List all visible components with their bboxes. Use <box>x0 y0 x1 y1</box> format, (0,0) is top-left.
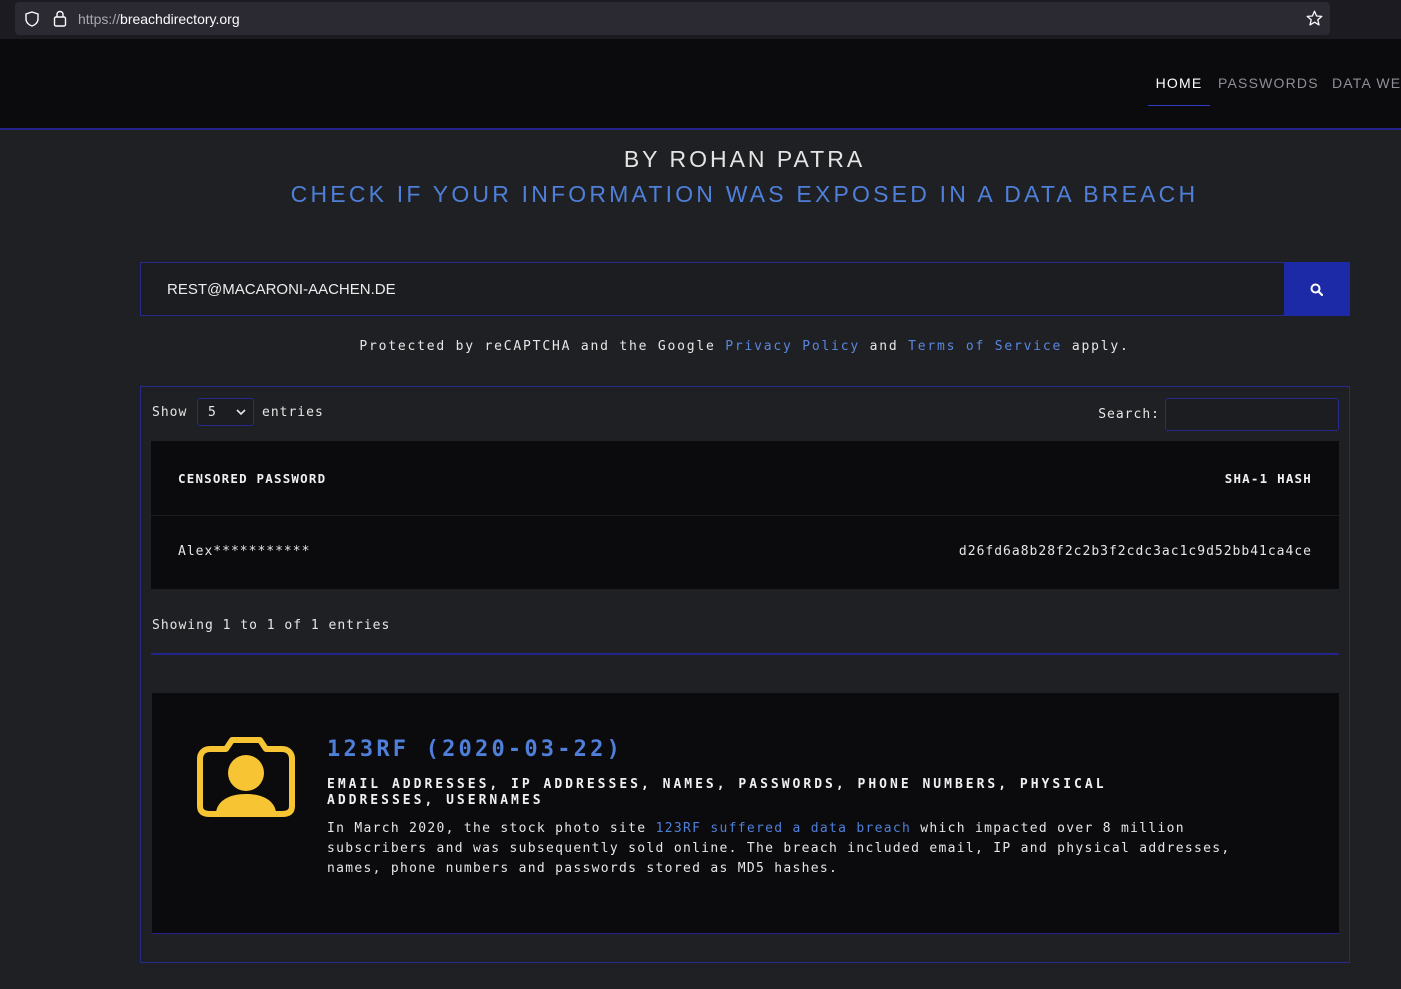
author-heading: BY ROHAN PATRA <box>623 146 866 172</box>
breach-description: In March 2020, the stock photo site 123R… <box>327 819 1257 879</box>
privacy-policy-link[interactable]: Privacy Policy <box>725 339 860 354</box>
cell-sha1-hash: d26fd6a8b28f2c2b3f2cdc3ac1c9d52bb41ca4ce <box>958 544 1312 559</box>
nav-item-data-web[interactable]: DATA WE <box>1332 75 1401 91</box>
camera-avatar-icon <box>197 737 295 817</box>
breach-data-classes: EMAIL ADDRESSES, IP ADDRESSES, NAMES, PA… <box>327 777 1107 808</box>
recaptcha-middle: and <box>860 339 909 354</box>
page-size-value: 5 <box>208 405 216 420</box>
table-info: Showing 1 to 1 of 1 entries <box>152 618 391 633</box>
nav-item-passwords[interactable]: PASSWORDS <box>1218 75 1319 91</box>
table-search-label: Search: <box>1098 407 1160 422</box>
entries-label: entries <box>262 405 324 420</box>
cell-censored-password: Alex*********** <box>178 544 311 559</box>
column-header-censored-password[interactable]: CENSORED PASSWORD <box>178 471 326 486</box>
breach-search-input[interactable] <box>141 263 1286 315</box>
top-navigation: HOME PASSWORDS DATA WE <box>0 39 1401 130</box>
recaptcha-prefix: Protected by reCAPTCHA and the Google <box>359 339 726 354</box>
recaptcha-notice: Protected by reCAPTCHA and the Google Pr… <box>0 339 1401 354</box>
divider <box>151 653 1339 655</box>
table-search-input[interactable] <box>1165 398 1339 431</box>
browser-chrome: https://breachdirectory.org <box>0 0 1401 39</box>
nav-item-home[interactable]: HOME <box>1148 75 1210 106</box>
url-protocol: https:// <box>78 11 121 27</box>
results-panel: Show 5 entries Search: CENSORED PASSWORD… <box>140 386 1350 963</box>
search-icon <box>1310 283 1323 296</box>
table-divider <box>151 515 1339 516</box>
search-button[interactable] <box>1284 262 1349 316</box>
breach-card: 123RF (2020-03-22) EMAIL ADDRESSES, IP A… <box>152 693 1339 934</box>
column-header-sha1-hash[interactable]: SHA-1 HASH <box>1225 471 1312 486</box>
shield-icon[interactable] <box>24 11 40 27</box>
show-label: Show <box>152 405 188 420</box>
bookmark-star-icon[interactable] <box>1306 10 1323 27</box>
url-text[interactable]: https://breachdirectory.org <box>78 11 240 27</box>
url-host: breachdirectory.org <box>120 11 240 27</box>
page-tagline: CHECK IF YOUR INFORMATION WAS EXPOSED IN… <box>290 181 1199 207</box>
terms-of-service-link[interactable]: Terms of Service <box>908 339 1062 354</box>
breach-title: 123RF (2020-03-22) <box>327 737 624 762</box>
results-table: CENSORED PASSWORD SHA-1 HASH Alex*******… <box>151 441 1339 589</box>
chevron-down-icon <box>236 409 246 416</box>
page-size-select[interactable]: 5 <box>197 398 254 426</box>
breach-desc-prefix: In March 2020, the stock photo site <box>327 821 656 836</box>
breach-source-link[interactable]: 123RF suffered a data breach <box>656 821 912 836</box>
breach-search-form <box>140 262 1350 316</box>
recaptcha-suffix: apply. <box>1062 339 1130 354</box>
address-bar[interactable]: https://breachdirectory.org <box>15 2 1330 35</box>
lock-icon[interactable] <box>52 10 68 27</box>
